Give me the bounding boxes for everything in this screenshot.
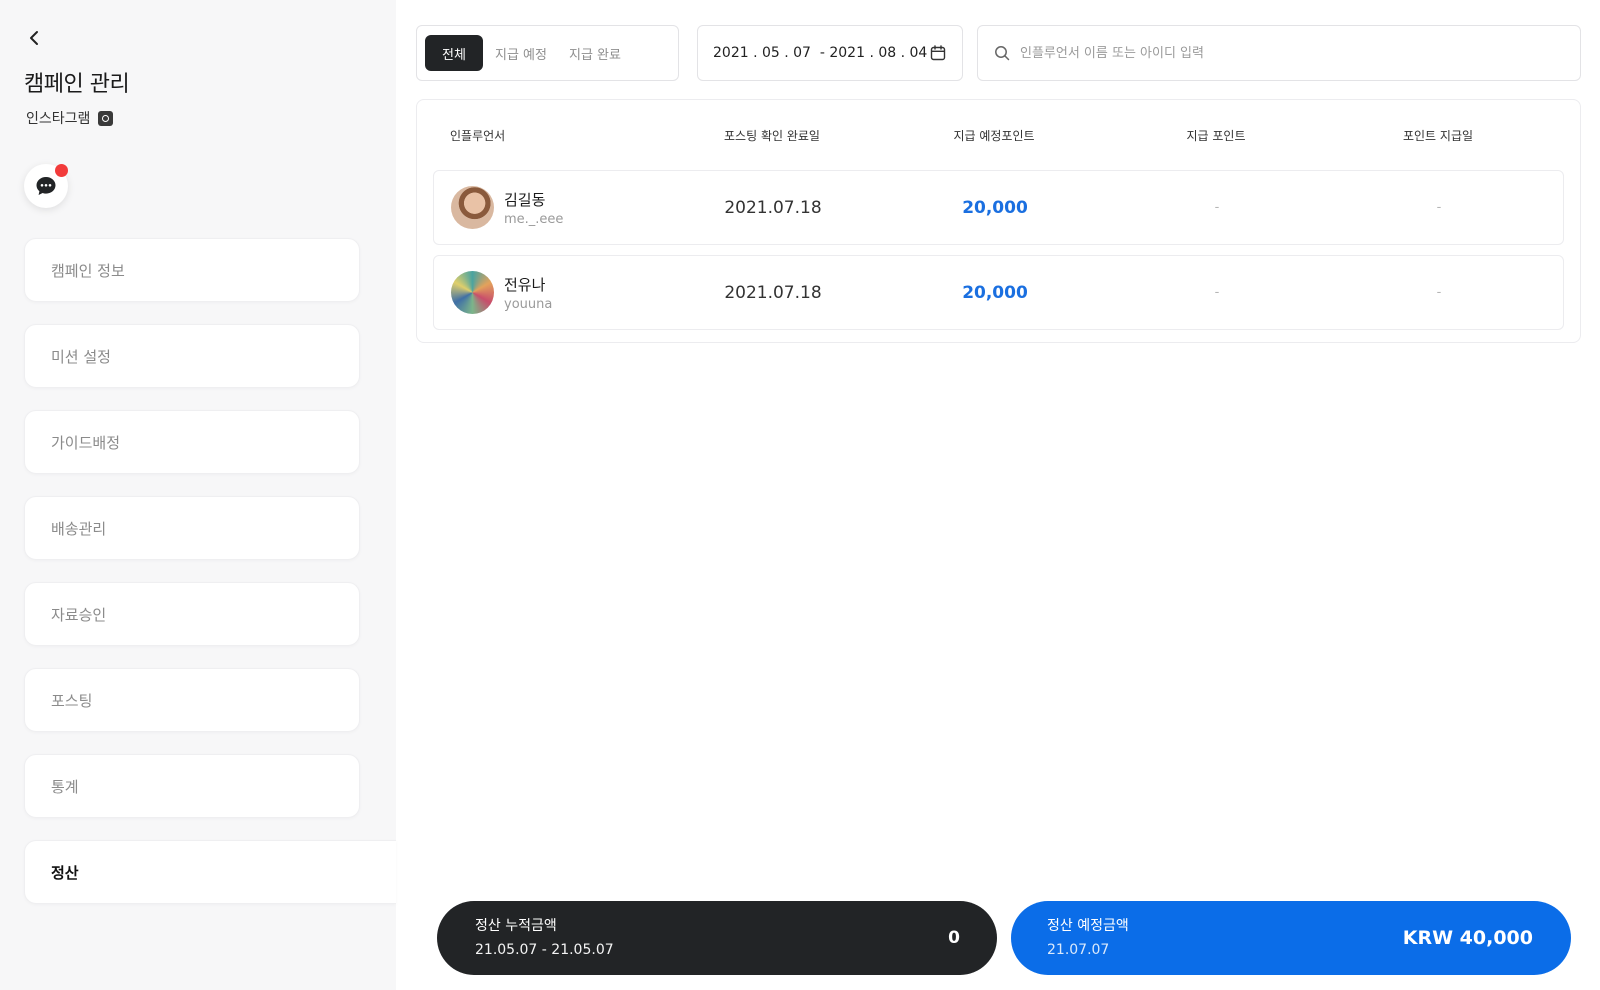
sidebar-item-mission-settings[interactable]: 미션 설정 xyxy=(24,324,360,388)
sidebar: 캠페인 관리 인스타그램 캠페인 정보 미션 설정 가이드배정 배송관리 자료승… xyxy=(0,0,396,990)
paid-points-cell: - xyxy=(1214,200,1220,215)
tab-pending-payment[interactable]: 지급 예정 xyxy=(485,35,557,71)
search-input[interactable] xyxy=(1020,45,1580,61)
influencer-name: 김길동 xyxy=(504,190,546,209)
posting-date-cell: 2021.07.18 xyxy=(724,282,822,303)
table-row[interactable]: 전유나 youuna 2021.07.18 20,000 - - xyxy=(433,255,1564,330)
header-expected-points: 지급 예정포인트 xyxy=(953,128,1035,143)
payment-date-cell: - xyxy=(1436,285,1442,300)
header-paid-points: 지급 포인트 xyxy=(1186,128,1246,143)
influencer-name: 전유나 xyxy=(504,275,546,294)
header-influencer: 인플루언서 xyxy=(450,128,506,143)
expected-value: KRW 40,000 xyxy=(1402,927,1533,949)
table-header: 인플루언서 포스팅 확인 완료일 지급 예정포인트 지급 포인트 포인트 지급일 xyxy=(417,100,1580,170)
search-icon xyxy=(995,46,1010,61)
tab-all[interactable]: 전체 xyxy=(425,35,483,71)
sidebar-item-statistics[interactable]: 통계 xyxy=(24,754,360,818)
influencer-handle: me._.eee xyxy=(504,211,564,227)
avatar xyxy=(451,271,494,314)
sidebar-item-guide-assignment[interactable]: 가이드배정 xyxy=(24,410,360,474)
header-payment-date: 포인트 지급일 xyxy=(1402,128,1474,143)
date-range-value: 2021 . 05 . 07 - 2021 . 08 . 04 xyxy=(713,45,928,61)
header-posting-date: 포스팅 확인 완료일 xyxy=(724,128,820,143)
accumulated-label: 정산 누적금액 xyxy=(475,918,557,934)
sidebar-item-posting[interactable]: 포스팅 xyxy=(24,668,360,732)
sidebar-item-material-approval[interactable]: 자료승인 xyxy=(24,582,360,646)
paid-points-cell: - xyxy=(1214,285,1220,300)
platform-name: 인스타그램 xyxy=(26,111,91,127)
posting-date-cell: 2021.07.18 xyxy=(724,197,822,218)
chat-button[interactable] xyxy=(24,164,68,208)
expected-label: 정산 예정금액 xyxy=(1047,918,1129,934)
expected-points-cell: 20,000 xyxy=(962,197,1028,218)
influencer-cell: 전유나 youuna xyxy=(434,271,662,314)
platform-label: 인스타그램 xyxy=(26,108,114,128)
instagram-icon xyxy=(98,110,114,126)
expected-points-cell: 20,000 xyxy=(962,282,1028,303)
influencer-cell: 김길동 me._.eee xyxy=(434,186,662,229)
page-title: 캠페인 관리 xyxy=(24,72,130,97)
notification-badge xyxy=(55,164,68,177)
accumulated-value: 0 xyxy=(948,928,960,948)
payment-date-cell: - xyxy=(1436,200,1442,215)
sidebar-menu: 캠페인 정보 미션 설정 가이드배정 배송관리 자료승인 포스팅 통계 정산 xyxy=(24,238,396,926)
expected-date: 21.07.07 xyxy=(1047,942,1110,958)
settlement-table: 인플루언서 포스팅 확인 완료일 지급 예정포인트 지급 포인트 포인트 지급일… xyxy=(416,99,1581,343)
chat-icon xyxy=(36,177,56,195)
sidebar-item-campaign-info[interactable]: 캠페인 정보 xyxy=(24,238,360,302)
calendar-icon xyxy=(930,45,946,61)
accumulated-period: 21.05.07 - 21.05.07 xyxy=(475,942,614,958)
sidebar-item-shipping[interactable]: 배송관리 xyxy=(24,496,360,560)
influencer-handle: youuna xyxy=(504,296,553,312)
avatar xyxy=(451,186,494,229)
tab-payment-complete[interactable]: 지급 완료 xyxy=(559,35,631,71)
accumulated-settlement-card: 정산 누적금액 21.05.07 - 21.05.07 0 xyxy=(437,901,997,975)
search-box xyxy=(977,25,1581,81)
table-row[interactable]: 김길동 me._.eee 2021.07.18 20,000 - - xyxy=(433,170,1564,245)
back-button[interactable] xyxy=(22,26,46,50)
expected-settlement-card: 정산 예정금액 21.07.07 KRW 40,000 xyxy=(1011,901,1571,975)
date-range-picker[interactable]: 2021 . 05 . 07 - 2021 . 08 . 04 xyxy=(697,25,963,81)
chevron-left-icon xyxy=(30,31,38,45)
sidebar-item-settlement[interactable]: 정산 xyxy=(24,840,396,904)
status-tabs: 전체 지급 예정 지급 완료 xyxy=(416,25,679,81)
